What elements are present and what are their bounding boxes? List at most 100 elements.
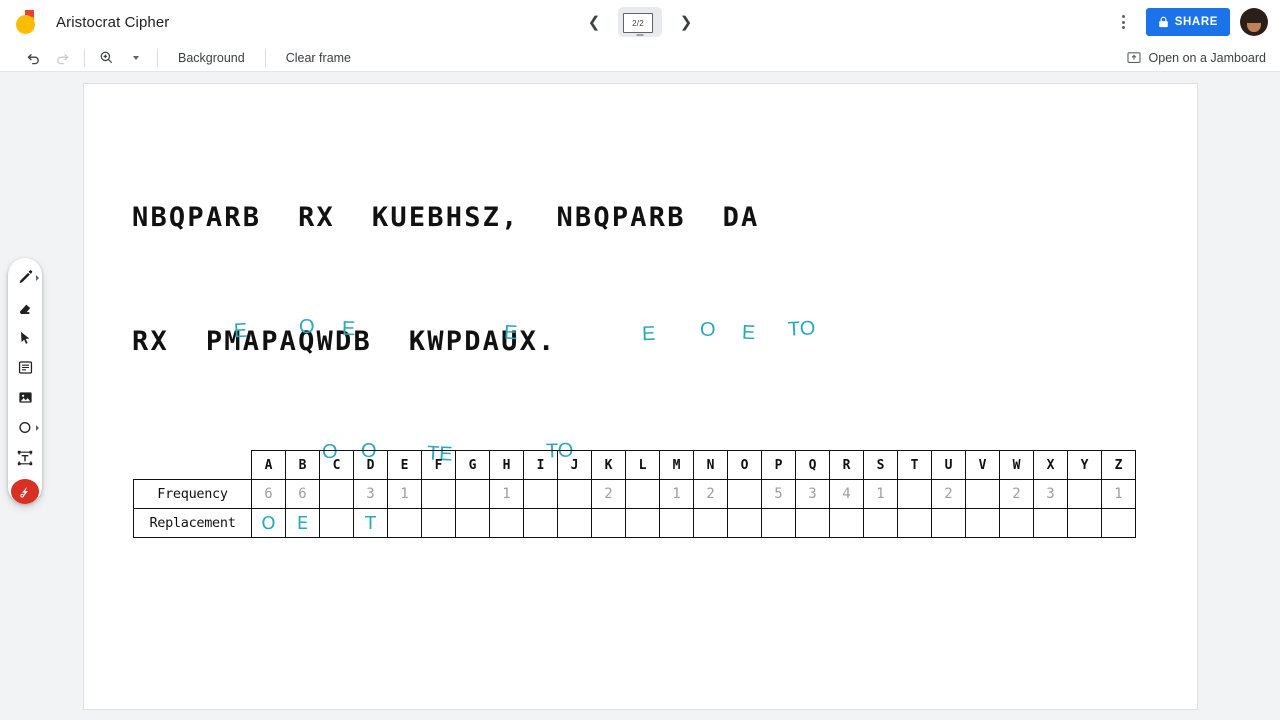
replacement-cell[interactable]	[761, 508, 796, 538]
table-row: Replacement O E T	[133, 508, 1136, 538]
frequency-cell: 1	[863, 479, 898, 509]
text-box-tool[interactable]	[11, 446, 39, 469]
frequency-cell: 2	[591, 479, 626, 509]
replacement-cell[interactable]: E	[285, 508, 320, 538]
avatar[interactable]	[1240, 8, 1268, 36]
replacement-cell[interactable]	[1033, 508, 1068, 538]
table-header-cell: E	[387, 450, 422, 480]
editor-toolbar: Background Clear frame Open on a Jamboar…	[0, 44, 1280, 72]
replacement-cell[interactable]	[931, 508, 966, 538]
table-header-cell: T	[897, 450, 932, 480]
replacement-cell[interactable]	[591, 508, 626, 538]
replacement-cell[interactable]	[1067, 508, 1102, 538]
shape-flyout-arrow-icon[interactable]	[36, 425, 39, 432]
table-header-cell: C	[319, 450, 354, 480]
replacement-cell[interactable]	[455, 508, 490, 538]
select-tool[interactable]	[11, 326, 39, 349]
replacement-cell[interactable]	[421, 508, 456, 538]
cipher-annotation: E	[503, 321, 518, 345]
frequency-cell	[1067, 479, 1102, 509]
redo-icon[interactable]	[48, 45, 78, 71]
laser-pointer-icon	[20, 486, 28, 498]
cipher-annotation: E	[233, 319, 248, 343]
table-header-cell: K	[591, 450, 626, 480]
table-header-cell: I	[523, 450, 558, 480]
background-button[interactable]: Background	[164, 51, 259, 65]
replacement-cell[interactable]	[829, 508, 864, 538]
frequency-cell	[319, 479, 354, 509]
pen-tool[interactable]	[11, 266, 39, 289]
replacement-cell[interactable]	[659, 508, 694, 538]
toolbar-divider-1	[84, 48, 85, 67]
image-icon	[18, 392, 32, 403]
replacement-cell[interactable]	[693, 508, 728, 538]
toolbar-divider-2	[157, 48, 158, 67]
toolbar-divider-3	[264, 48, 266, 67]
replacement-cell[interactable]: O	[251, 508, 286, 538]
tool-rail	[8, 258, 42, 505]
jam-canvas[interactable]: NBQPARB RX KUEBHSZ, NBQPARB DA RX PMAPAQ…	[83, 83, 1198, 710]
chevron-left-icon[interactable]: ❮	[580, 8, 608, 36]
circle-shape-icon	[18, 422, 30, 434]
share-button-label: SHARE	[1174, 16, 1218, 28]
table-header-cell: B	[285, 450, 320, 480]
replacement-cell[interactable]: T	[353, 508, 388, 538]
open-on-jamboard-label: Open on a Jamboard	[1148, 50, 1266, 65]
replacement-cell[interactable]	[863, 508, 898, 538]
frequency-cell: 6	[285, 479, 320, 509]
undo-icon[interactable]	[18, 45, 48, 71]
replacement-cell[interactable]	[999, 508, 1034, 538]
more-vertical-icon[interactable]	[1112, 10, 1136, 34]
frequency-table-body: Frequency 6 6 3 1 1 2 1 2 5 3 4 1 2 2 3 1 Replacement O E T	[133, 479, 1136, 538]
cipher-annotation: E	[641, 322, 656, 346]
replacement-cell[interactable]	[795, 508, 830, 538]
sticky-note-tool[interactable]	[11, 356, 39, 379]
open-on-jamboard-button[interactable]: Open on a Jamboard	[1126, 50, 1266, 66]
table-header-cell: R	[829, 450, 864, 480]
cipher-line-1: NBQPARB RX KUEBHSZ, NBQPARB DA	[132, 202, 760, 233]
replacement-cell[interactable]	[965, 508, 1000, 538]
jamboard-logo-icon	[14, 9, 40, 35]
table-header-cell: Z	[1101, 450, 1136, 480]
replacement-cell[interactable]	[557, 508, 592, 538]
replacement-cell[interactable]	[523, 508, 558, 538]
table-header-cell: P	[761, 450, 796, 480]
present-to-device-icon	[1126, 51, 1141, 63]
replacement-cell[interactable]	[489, 508, 524, 538]
zoom-dropdown-chevron-down-icon[interactable]	[121, 45, 151, 71]
replacement-cell[interactable]	[319, 508, 354, 538]
page-title[interactable]: Aristocrat Cipher	[56, 14, 169, 31]
cipher-annotation: E	[341, 317, 356, 341]
eraser-icon	[19, 304, 31, 314]
table-header-cell: A	[251, 450, 286, 480]
table-header-cell: G	[455, 450, 490, 480]
chevron-right-icon[interactable]: ❯	[672, 8, 700, 36]
frequency-cell	[965, 479, 1000, 509]
lock-icon	[1158, 16, 1168, 28]
pen-flyout-arrow-icon[interactable]	[36, 275, 39, 281]
replacement-cell[interactable]	[1101, 508, 1136, 538]
cipher-annotation: O	[298, 315, 315, 339]
table-header-cell: M	[659, 450, 694, 480]
frequency-cell: 4	[829, 479, 864, 509]
frame-counter-chip[interactable]: 2/2	[618, 7, 662, 37]
table-header-cell: H	[489, 450, 524, 480]
clear-frame-button[interactable]: Clear frame	[272, 51, 365, 65]
share-button[interactable]: SHARE	[1145, 8, 1230, 36]
frequency-cell	[421, 479, 456, 509]
replacement-cell[interactable]	[625, 508, 660, 538]
frequency-cell	[557, 479, 592, 509]
eraser-tool[interactable]	[11, 296, 39, 319]
image-tool[interactable]	[11, 386, 39, 409]
replacement-cell[interactable]	[387, 508, 422, 538]
replacement-cell[interactable]	[727, 508, 762, 538]
table-header-cell: J	[557, 450, 592, 480]
top-right-controls: SHARE	[1112, 0, 1268, 44]
zoom-in-icon[interactable]	[91, 45, 121, 71]
shape-tool[interactable]	[11, 416, 39, 439]
cipher-annotation: TO	[787, 317, 816, 341]
replacement-cell[interactable]	[897, 508, 932, 538]
table-header-cell: D	[353, 450, 388, 480]
table-header-cell: Q	[795, 450, 830, 480]
laser-tool[interactable]	[11, 479, 39, 505]
